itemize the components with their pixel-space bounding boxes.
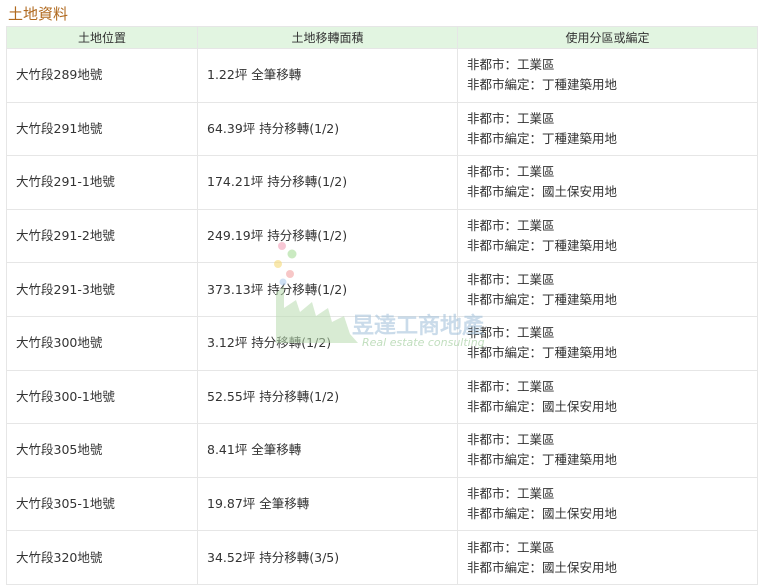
cell-zone: 非都市：工業區 非都市編定：丁種建築用地: [457, 48, 758, 103]
table-row: 大竹段305地號 8.41坪 全筆移轉 非都市：工業區 非都市編定：丁種建築用地: [6, 423, 758, 478]
designation-text: 非都市編定：丁種建築用地: [467, 130, 618, 146]
cell-location: 大竹段305地號: [6, 423, 198, 478]
cell-zone: 非都市：工業區 非都市編定：丁種建築用地: [457, 315, 758, 371]
cell-location: 大竹段291-2地號: [6, 208, 198, 264]
cell-area: 8.41坪 全筆移轉: [197, 423, 458, 478]
table-row: 大竹段291-2地號 249.19坪 持分移轉(1/2) 非都市：工業區 非都市…: [6, 208, 758, 264]
zone-text: 非都市：工業區: [467, 486, 555, 502]
header-zone: 使用分區或編定: [457, 26, 758, 49]
cell-area: 34.52坪 持分移轉(3/5): [197, 530, 458, 585]
cell-location: 大竹段305-1地號: [6, 476, 198, 532]
zone-text: 非都市：工業區: [467, 325, 555, 341]
cell-area: 1.22坪 全筆移轉: [197, 48, 458, 103]
cell-location: 大竹段291地號: [6, 101, 198, 157]
cell-zone: 非都市：工業區 非都市編定：丁種建築用地: [457, 423, 758, 478]
designation-text: 非都市編定：丁種建築用地: [467, 291, 618, 307]
header-location: 土地位置: [6, 26, 198, 49]
zone-text: 非都市：工業區: [467, 432, 555, 448]
table-row: 大竹段300地號 3.12坪 持分移轉(1/2) 非都市：工業區 非都市編定：丁…: [6, 315, 758, 371]
zone-text: 非都市：工業區: [467, 378, 555, 394]
designation-text: 非都市編定：國土保安用地: [467, 506, 618, 522]
zone-text: 非都市：工業區: [467, 539, 555, 555]
section-title: 土地資料: [8, 5, 69, 23]
cell-area: 52.55坪 持分移轉(1/2): [197, 369, 458, 425]
cell-area: 19.87坪 全筆移轉: [197, 476, 458, 532]
cell-area: 249.19坪 持分移轉(1/2): [197, 208, 458, 264]
designation-text: 非都市編定：丁種建築用地: [467, 77, 618, 93]
designation-text: 非都市編定：國土保安用地: [467, 559, 618, 575]
cell-zone: 非都市：工業區 非都市編定：國土保安用地: [457, 369, 758, 425]
cell-area: 64.39坪 持分移轉(1/2): [197, 101, 458, 157]
table-row: 大竹段289地號 1.22坪 全筆移轉 非都市：工業區 非都市編定：丁種建築用地: [6, 48, 758, 103]
designation-text: 非都市編定：丁種建築用地: [467, 238, 618, 254]
zone-text: 非都市：工業區: [467, 218, 555, 234]
zone-text: 非都市：工業區: [467, 110, 555, 126]
cell-zone: 非都市：工業區 非都市編定：國土保安用地: [457, 476, 758, 532]
designation-text: 非都市編定：國土保安用地: [467, 184, 618, 200]
cell-zone: 非都市：工業區 非都市編定：國土保安用地: [457, 155, 758, 210]
header-area: 土地移轉面積: [197, 26, 458, 49]
cell-area: 3.12坪 持分移轉(1/2): [197, 315, 458, 371]
cell-zone: 非都市：工業區 非都市編定：丁種建築用地: [457, 101, 758, 157]
table-row: 大竹段291地號 64.39坪 持分移轉(1/2) 非都市：工業區 非都市編定：…: [6, 101, 758, 157]
designation-text: 非都市編定：丁種建築用地: [467, 345, 618, 361]
cell-zone: 非都市：工業區 非都市編定：國土保安用地: [457, 530, 758, 585]
table-row: 大竹段300-1地號 52.55坪 持分移轉(1/2) 非都市：工業區 非都市編…: [6, 369, 758, 425]
zone-text: 非都市：工業區: [467, 57, 555, 73]
zone-text: 非都市：工業區: [467, 164, 555, 180]
cell-area: 174.21坪 持分移轉(1/2): [197, 155, 458, 210]
table-row: 大竹段305-1地號 19.87坪 全筆移轉 非都市：工業區 非都市編定：國土保…: [6, 476, 758, 532]
cell-location: 大竹段291-3地號: [6, 262, 198, 317]
cell-zone: 非都市：工業區 非都市編定：丁種建築用地: [457, 262, 758, 317]
land-data-table: 土地位置 土地移轉面積 使用分區或編定 大竹段289地號 1.22坪 全筆移轉 …: [6, 26, 758, 585]
cell-location: 大竹段300-1地號: [6, 369, 198, 425]
designation-text: 非都市編定：國土保安用地: [467, 398, 618, 414]
table-row: 大竹段291-1地號 174.21坪 持分移轉(1/2) 非都市：工業區 非都市…: [6, 155, 758, 210]
table-row: 大竹段291-3地號 373.13坪 持分移轉(1/2) 非都市：工業區 非都市…: [6, 262, 758, 317]
zone-text: 非都市：工業區: [467, 271, 555, 287]
table-row: 大竹段320地號 34.52坪 持分移轉(3/5) 非都市：工業區 非都市編定：…: [6, 530, 758, 585]
cell-zone: 非都市：工業區 非都市編定：丁種建築用地: [457, 208, 758, 264]
cell-location: 大竹段289地號: [6, 48, 198, 103]
cell-location: 大竹段300地號: [6, 315, 198, 371]
cell-area: 373.13坪 持分移轉(1/2): [197, 262, 458, 317]
cell-location: 大竹段320地號: [6, 530, 198, 585]
cell-location: 大竹段291-1地號: [6, 155, 198, 210]
table-header-row: 土地位置 土地移轉面積 使用分區或編定: [6, 26, 758, 49]
designation-text: 非都市編定：丁種建築用地: [467, 452, 618, 468]
